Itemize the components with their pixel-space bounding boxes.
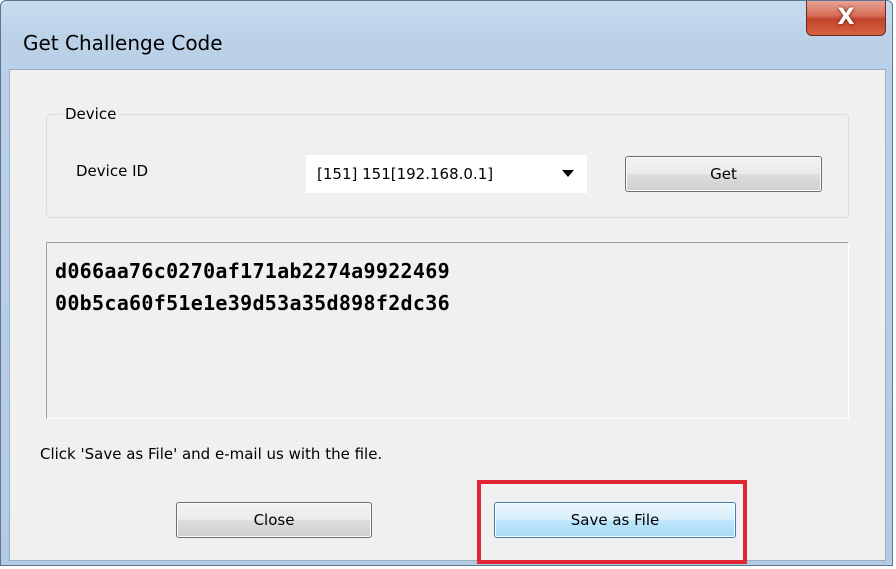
chevron-down-icon[interactable] bbox=[562, 170, 574, 177]
challenge-code-line: d066aa76c0270af171ab2274a9922469 bbox=[55, 259, 450, 283]
device-id-label: Device ID bbox=[76, 162, 149, 180]
dialog-title: Get Challenge Code bbox=[23, 31, 223, 55]
challenge-code-line: 00b5ca60f51e1e39d53a35d898f2dc36 bbox=[55, 291, 450, 315]
get-button[interactable]: Get bbox=[625, 156, 822, 192]
device-id-select[interactable]: [151] 151[192.168.0.1] bbox=[306, 155, 587, 193]
title-bar[interactable]: Get Challenge Code X bbox=[1, 1, 892, 55]
dialog-body: Device Device ID [151] 151[192.168.0.1] … bbox=[9, 69, 886, 561]
close-button[interactable]: Close bbox=[176, 502, 372, 538]
challenge-code-output[interactable]: d066aa76c0270af171ab2274a9922469 00b5ca6… bbox=[46, 242, 849, 419]
device-group-legend: Device bbox=[62, 106, 120, 122]
instruction-text: Click 'Save as File' and e-mail us with … bbox=[40, 445, 383, 463]
window-close-button[interactable]: X bbox=[806, 1, 886, 36]
save-as-file-button[interactable]: Save as File bbox=[494, 502, 736, 538]
close-icon: X bbox=[837, 5, 855, 30]
device-id-select-value: [151] 151[192.168.0.1] bbox=[317, 165, 494, 183]
dialog-window: Get Challenge Code X Device Device ID [1… bbox=[0, 0, 893, 566]
